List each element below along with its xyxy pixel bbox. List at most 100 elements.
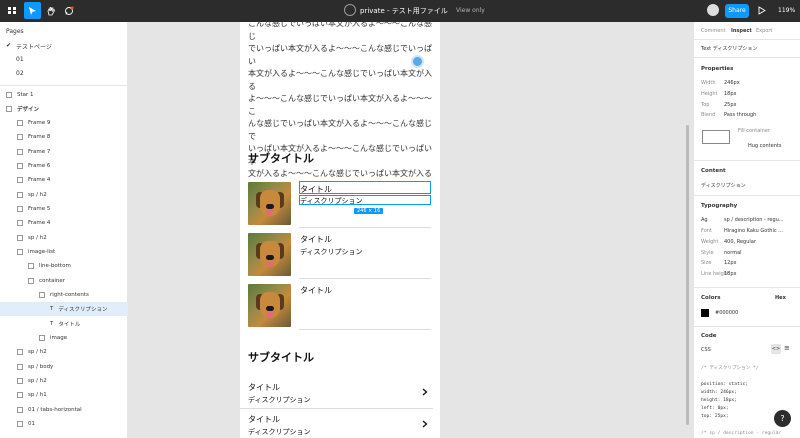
layer-item[interactable]: Frame 9 [0,116,128,130]
view-only-badge: View only [456,7,485,14]
prop-value[interactable]: 18px [724,91,737,97]
typo-value[interactable]: normal [724,250,742,256]
color-swatch[interactable] [701,309,709,317]
code-language-select[interactable]: CSS [701,347,711,353]
list-view-icon[interactable]: ≡ [784,344,790,352]
typo-value[interactable]: 400, Regular [724,239,756,245]
typo-label: Font [701,228,712,234]
typo-value[interactable]: 12px [724,260,737,266]
share-button[interactable]: Share [725,4,749,18]
frame-icon [17,364,23,370]
prop-value[interactable]: 246px [724,80,740,86]
layer-item[interactable]: 01 / tabs-horizontal [0,403,128,417]
typo-value[interactable]: 18px [724,271,737,277]
chevron-right-icon[interactable] [422,388,428,398]
layer-item[interactable]: Frame 4 [0,216,128,230]
inspect-panel: Comment Inspect Export Text ディスクリプション Pr… [693,22,800,438]
page-item[interactable]: 01 [16,56,24,63]
tab-comment[interactable]: Comment [701,28,726,34]
pages-label: Pages [6,28,24,35]
page-current-check-icon: ✔ [6,42,12,49]
hover-outline [299,181,431,194]
layer-item[interactable]: image [0,331,128,345]
frame-icon [39,292,45,298]
file-title[interactable]: private - テスト用ファイル [360,6,448,16]
layer-item[interactable]: sp / body [0,360,128,374]
content-value[interactable]: ディスクリプション [701,182,746,189]
hug-contents-label: Hug contents [748,143,782,149]
prop-label: Height [701,91,718,97]
dog-tongue [267,261,273,267]
dog-tongue [267,210,273,216]
layer-item[interactable]: 01 [0,417,128,431]
layer-item[interactable]: sp / h2 [0,188,128,202]
layer-item[interactable]: Frame 4 [0,173,128,187]
code-line: position: static; [701,382,749,387]
frame-icon [17,134,23,140]
card-title: タイトル [300,235,332,244]
scrollbar[interactable] [686,125,689,425]
tab-inspect[interactable]: Inspect [731,28,752,34]
color-format-select[interactable]: Hex [775,295,786,301]
page-item[interactable]: 02 [16,70,24,77]
comment-tool-icon[interactable] [60,2,77,19]
typo-value[interactable]: sp / description - regu... [724,217,784,223]
user-avatar[interactable] [707,4,719,16]
layer-item[interactable]: container [0,274,128,288]
layer-item[interactable]: line-bottom [0,259,128,273]
page-item[interactable]: テストページ [16,42,52,51]
layer-item[interactable]: sp / h1 [0,388,128,402]
layer-item[interactable]: Frame 6 [0,159,128,173]
dog-image [248,233,291,276]
avatar-icon [344,4,356,16]
colors-heading: Colors [701,295,721,301]
frame-icon [17,378,23,384]
layer-item[interactable]: sp / h2 [0,231,128,245]
divider [694,160,800,161]
text-layer-icon: T [50,306,54,312]
layer-item[interactable]: T タイトル [0,317,128,331]
layer-item[interactable]: sp / h2 [0,374,128,388]
card-description: ディスクリプション [300,248,363,256]
layer-item[interactable]: right-contents [0,288,128,302]
layer-item[interactable]: Star 1 [0,88,128,102]
layer-item[interactable]: デザイン [0,102,128,116]
divider [694,57,800,58]
divider [240,408,433,409]
chevron-right-icon[interactable] [422,420,428,430]
code-heading: Code [701,333,717,339]
figma-menu-icon[interactable] [4,2,21,19]
frame-icon [17,177,23,183]
zoom-level[interactable]: 119% [778,7,795,14]
dog-tongue [267,312,273,318]
move-tool-icon[interactable] [24,2,41,19]
layer-item[interactable]: sp / h2 [0,345,128,359]
code-view-icon[interactable]: <> [771,344,781,354]
layer-item-selected[interactable]: T ディスクリプション [0,302,128,316]
divider [694,195,800,196]
color-value[interactable]: #000000 [715,310,738,316]
divider [694,287,800,288]
layer-item[interactable]: image-list [0,245,128,259]
layer-item[interactable]: Frame 8 [0,130,128,144]
prop-label: Top [701,102,710,108]
frame-icon [28,278,34,284]
help-button[interactable]: ? [774,410,791,427]
prop-value[interactable]: Pass through [724,112,756,118]
layer-item[interactable]: Frame 7 [0,145,128,159]
frame-icon [17,392,23,398]
dog-image [248,182,291,225]
layer-item[interactable]: Frame 5 [0,202,128,216]
present-icon[interactable] [758,6,766,17]
prop-value[interactable]: 25px [724,102,737,108]
prop-label: Width [701,80,716,86]
design-frame[interactable]: こんな感じでいっぱい本文が入るよ〜〜〜こんな感じ でいっぱい本文が入るよ〜〜〜こ… [240,22,440,438]
divider [0,85,128,86]
typo-value[interactable]: Hiragino Kaku Gothic ... [724,228,783,234]
hand-tool-icon[interactable] [42,2,59,19]
text-layer-icon: T [50,321,54,327]
code-line: /* sp / description - regular [701,431,782,436]
tab-export[interactable]: Export [756,28,772,34]
content-heading: Content [701,168,726,174]
frame-icon [17,407,23,413]
